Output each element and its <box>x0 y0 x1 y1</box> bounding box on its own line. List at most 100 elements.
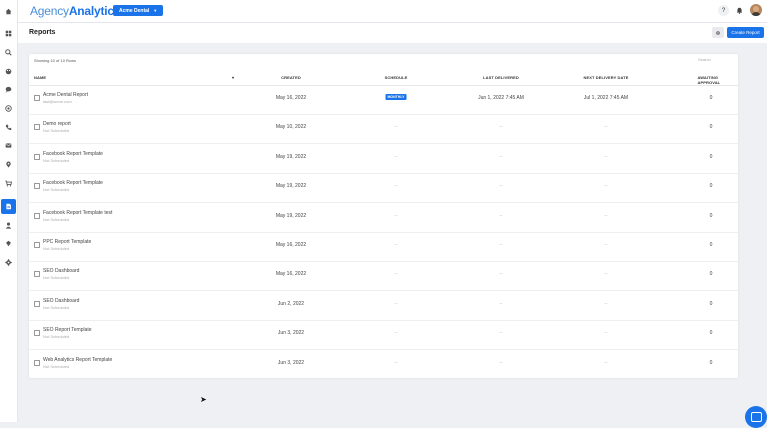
palette-icon[interactable] <box>4 67 13 76</box>
top-bar: AgencyAnalytics Acme Dental ▼ ? <box>18 0 767 23</box>
sort-icon[interactable]: ▾ <box>232 75 234 80</box>
create-report-button[interactable]: Create Report <box>727 27 764 38</box>
logo-part-agency: Agency <box>30 4 69 18</box>
created-date: Jun 3, 2022 <box>277 330 305 337</box>
reports-icon[interactable] <box>1 199 16 214</box>
help-button[interactable]: ? <box>718 5 729 16</box>
row-checkbox[interactable] <box>34 124 40 131</box>
report-name-link[interactable]: Web Analytics Report Template <box>43 357 112 363</box>
next-delivery-value: -- <box>604 271 608 278</box>
phone-icon[interactable] <box>4 123 13 132</box>
report-name-link[interactable]: Acme Dental Report <box>43 92 88 98</box>
awaiting-approval-value: 0 <box>709 300 713 307</box>
column-name[interactable]: NAME <box>34 75 46 80</box>
dashboard-icon[interactable] <box>4 29 13 38</box>
next-delivery-value: -- <box>604 212 608 219</box>
table-row[interactable]: Acme Dental Report last@acme.com May 16, 2… <box>29 85 738 115</box>
settings-icon[interactable] <box>4 258 13 267</box>
sidebar <box>0 0 18 422</box>
report-name-link[interactable]: SEO Dashboard <box>43 298 79 304</box>
table-row[interactable]: Demo report Not Scheduled May 10, 2022 -- --… <box>29 114 738 145</box>
report-name-link[interactable]: SEO Report Template <box>43 327 92 333</box>
schedule-value: -- <box>394 300 398 307</box>
next-delivery-value: -- <box>604 153 608 160</box>
report-name-link[interactable]: Demo report <box>43 121 71 127</box>
row-checkbox[interactable] <box>34 330 40 337</box>
user-icon[interactable] <box>4 221 13 230</box>
client-selector[interactable]: Acme Dental ▼ <box>113 5 164 16</box>
page-title: Reports <box>29 29 56 36</box>
notifications-icon[interactable] <box>734 5 745 16</box>
chat-icon[interactable] <box>4 85 13 94</box>
report-recipient: last@acme.com <box>43 99 72 104</box>
next-delivery-value: -- <box>604 183 608 190</box>
mouse-cursor-icon: ➤ <box>200 395 207 404</box>
row-checkbox[interactable] <box>34 359 40 366</box>
table-row[interactable]: Web Analytics Report Template Not Schedul… <box>29 350 738 380</box>
column-last-delivered[interactable]: LAST DELIVERED <box>483 75 519 80</box>
next-delivery-value: -- <box>604 330 608 337</box>
last-delivered-value: -- <box>499 183 503 190</box>
created-date: May 19, 2022 <box>275 212 307 219</box>
last-delivered-value: Jun 1, 2022 7:45 AM <box>478 95 524 101</box>
reports-table-card: Showing 10 of 10 Rows Search NAME ▾ CREA… <box>29 54 738 380</box>
table-row[interactable]: Facebook Report Template Not Scheduled May… <box>29 173 738 204</box>
awaiting-approval-value: 0 <box>709 271 713 278</box>
app-logo[interactable]: AgencyAnalytics <box>30 4 121 18</box>
phone-circle-icon[interactable] <box>4 104 13 113</box>
report-name-link[interactable]: Facebook Report Template test <box>43 210 112 216</box>
cart-icon[interactable] <box>4 179 13 188</box>
awaiting-approval-value: 0 <box>709 183 713 190</box>
last-delivered-value: -- <box>499 359 503 366</box>
created-date: May 19, 2022 <box>275 153 307 160</box>
last-delivered-value: -- <box>499 153 503 160</box>
created-date: May 19, 2022 <box>275 183 307 190</box>
report-recipient: Not Scheduled <box>43 275 70 281</box>
row-checkbox[interactable] <box>34 212 40 219</box>
column-created[interactable]: CREATED <box>281 75 301 80</box>
table-row[interactable]: SEO Dashboard Not Scheduled May 16, 2022 --… <box>29 261 738 292</box>
location-icon[interactable] <box>4 160 13 169</box>
row-checkbox[interactable] <box>34 153 40 160</box>
schedule-value: -- <box>394 124 398 131</box>
awaiting-approval-value: 0 <box>709 359 713 366</box>
schedule-value: -- <box>394 359 398 366</box>
row-checkbox[interactable] <box>34 242 40 248</box>
search-input[interactable]: Search <box>698 57 732 63</box>
next-delivery-value: -- <box>604 242 608 248</box>
row-checkbox[interactable] <box>34 271 40 278</box>
report-name-link[interactable]: Facebook Report Template <box>43 180 103 186</box>
row-checkbox[interactable] <box>34 183 40 190</box>
awaiting-approval-value: 0 <box>709 95 713 101</box>
schedule-value: -- <box>394 330 398 337</box>
home-icon[interactable] <box>4 7 13 16</box>
report-name-link[interactable]: Facebook Report Template <box>43 151 103 157</box>
search-icon[interactable] <box>4 48 13 57</box>
mail-icon[interactable] <box>4 141 13 150</box>
schedule-value: -- <box>394 153 398 160</box>
table-row[interactable]: SEO Report Template Not Scheduled Jun 3, 2… <box>29 320 738 351</box>
integrations-icon[interactable] <box>4 239 13 248</box>
table-header: NAME ▾ CREATED SCHEDULE LAST DELIVERED N… <box>29 71 738 86</box>
chat-widget-button[interactable] <box>745 406 767 428</box>
column-awaiting-approval[interactable]: AWAITING APPROVAL <box>698 75 725 85</box>
column-next-delivery[interactable]: NEXT DELIVERY DATE <box>583 75 628 80</box>
schedule-value: -- <box>394 183 398 190</box>
column-schedule[interactable]: SCHEDULE <box>385 75 408 80</box>
report-name-link[interactable]: SEO Dashboard <box>43 268 79 274</box>
avatar[interactable] <box>750 4 762 16</box>
created-date: May 16, 2022 <box>275 271 307 278</box>
report-name-link[interactable]: PPC Report Template <box>43 239 91 245</box>
report-recipient: Not Scheduled <box>43 157 70 163</box>
created-date: Jun 2, 2022 <box>277 300 305 307</box>
table-row[interactable]: PPC Report Template Not Scheduled May 16, … <box>29 232 738 262</box>
table-row[interactable]: Facebook Report Template Not Scheduled May… <box>29 144 738 174</box>
awaiting-approval-value: 0 <box>709 153 713 160</box>
table-row[interactable]: Facebook Report Template test Not Schedul… <box>29 203 738 233</box>
last-delivered-value: -- <box>499 242 503 248</box>
row-checkbox[interactable] <box>34 300 40 307</box>
report-settings-button[interactable] <box>712 27 724 38</box>
report-recipient: Not Scheduled <box>43 128 70 134</box>
row-checkbox[interactable] <box>34 95 40 101</box>
table-row[interactable]: SEO Dashboard Not Scheduled Jun 2, 2022 -- -… <box>29 291 738 321</box>
